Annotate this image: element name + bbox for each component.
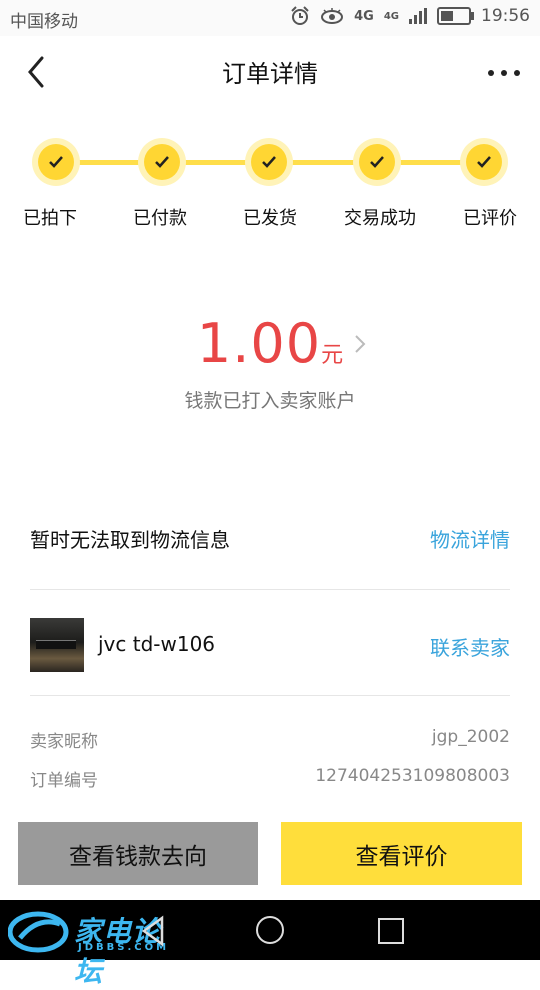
nav-back-icon[interactable] [136, 914, 170, 948]
logistics-status: 暂时无法取到物流信息 [30, 528, 230, 552]
amount-unit: 元 [321, 343, 344, 368]
step-1-dot [32, 138, 80, 186]
more-dots-icon [488, 70, 494, 76]
network-type-1: 4G [354, 8, 374, 24]
more-button[interactable] [484, 54, 524, 90]
step-3-dot [245, 138, 293, 186]
contact-seller-link[interactable]: 联系卖家 [430, 632, 510, 661]
step-4-dot [353, 138, 401, 186]
check-icon [155, 156, 169, 168]
product-name[interactable]: jvc td-w106 [98, 632, 215, 656]
watermark-logo-icon [8, 911, 69, 953]
seller-nickname-label: 卖家昵称 [30, 732, 98, 752]
check-icon [477, 156, 491, 168]
check-icon [262, 156, 276, 168]
nav-recent-apps-icon[interactable] [378, 918, 404, 944]
order-number-label: 订单编号 [30, 771, 98, 791]
check-icon [49, 156, 63, 168]
amount-value: 1.00 [196, 312, 322, 375]
order-progress: 已拍下 已付款 已发货 交易成功 已评价 [0, 130, 540, 240]
header: 订单详情 [0, 36, 540, 110]
system-nav-bar: 家电论坛 JDBBS.COM [0, 900, 540, 988]
check-icon [370, 156, 384, 168]
step-5-label: 已评价 [463, 208, 517, 229]
signal-icon [409, 8, 427, 24]
status-icons: 4G 4G 19:56 [290, 6, 530, 26]
eye-icon [321, 8, 344, 24]
page-title: 订单详情 [222, 60, 318, 88]
alarm-icon [291, 6, 309, 25]
carrier-label: 中国移动 [10, 12, 78, 32]
nav-home-icon[interactable] [256, 916, 284, 944]
step-3-label: 已发货 [243, 208, 297, 229]
step-2-label: 已付款 [133, 208, 187, 229]
battery-icon [437, 7, 474, 25]
step-4-label: 交易成功 [344, 208, 416, 229]
logistics-detail-link[interactable]: 物流详情 [430, 524, 510, 553]
network-type-2: 4G [383, 10, 399, 22]
divider [30, 589, 510, 590]
divider [30, 695, 510, 696]
status-bar: 中国移动 4G 4G 19:56 [0, 0, 540, 36]
step-1-label: 已拍下 [23, 208, 77, 229]
step-5-dot [460, 138, 508, 186]
seller-nickname-value: jgp_2002 [431, 727, 510, 747]
amount-description: 钱款已打入卖家账户 [184, 390, 356, 412]
chevron-right-icon [355, 335, 366, 353]
product-thumbnail[interactable] [30, 618, 84, 672]
view-money-flow-button[interactable]: 查看钱款去向 [18, 822, 258, 885]
order-number-value: 127404253109808003 [315, 766, 510, 786]
clock: 19:56 [481, 6, 530, 26]
step-2-dot [138, 138, 186, 186]
amount-display[interactable]: 1.00元 [0, 312, 540, 375]
view-review-button[interactable]: 查看评价 [281, 822, 522, 885]
